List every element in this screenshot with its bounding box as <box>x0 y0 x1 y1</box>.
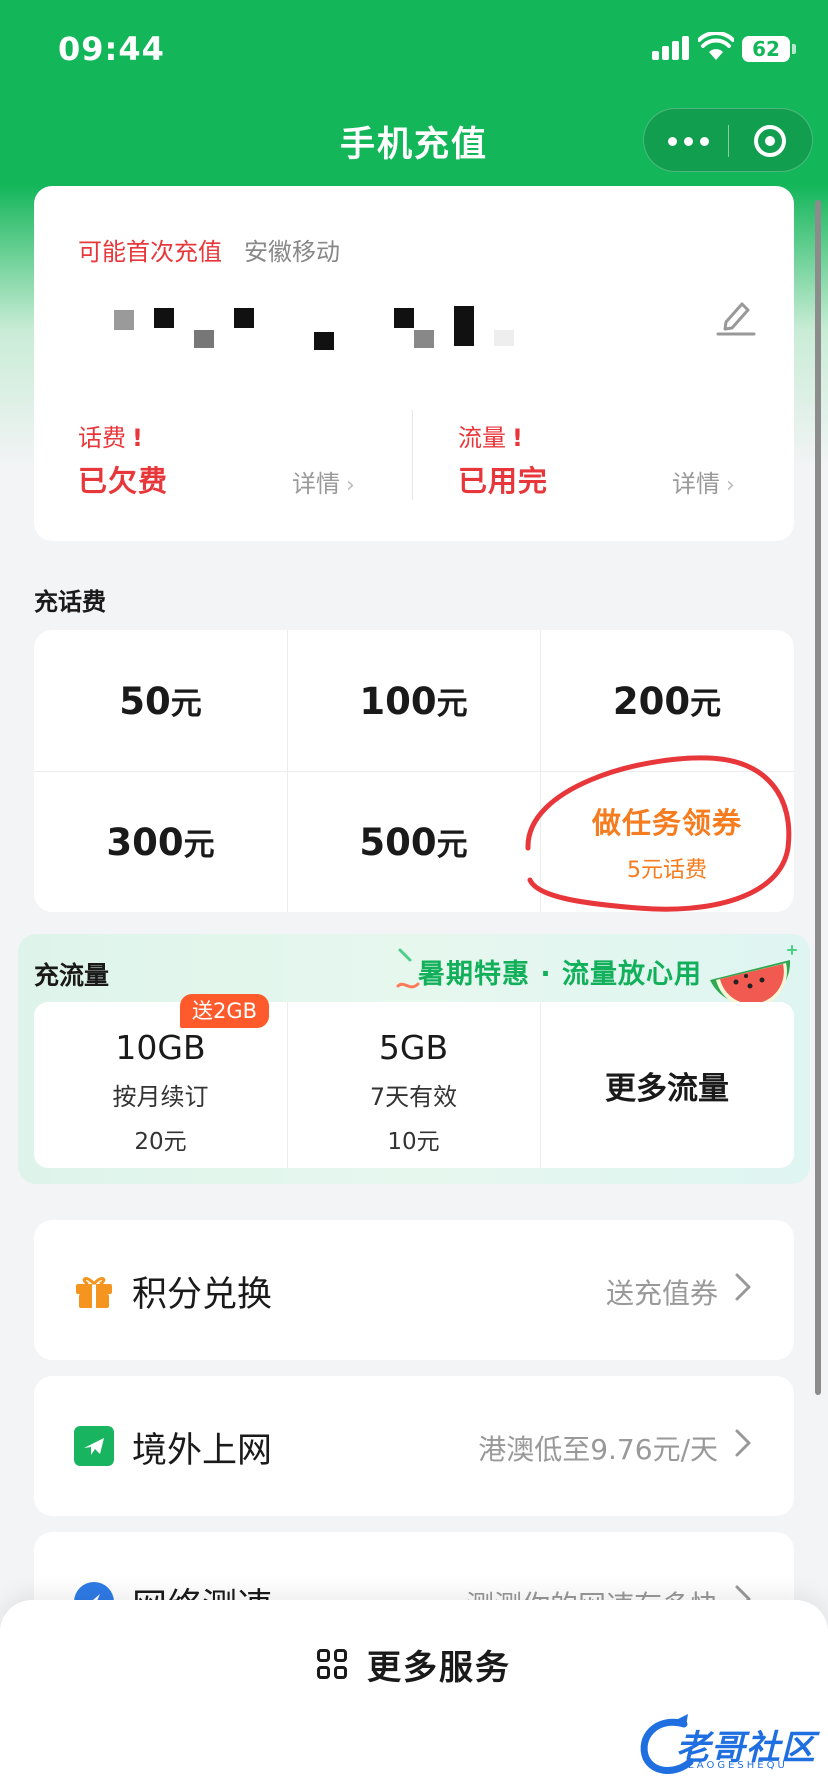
more-icon[interactable] <box>664 127 714 155</box>
amount-value: 500 <box>359 821 437 864</box>
amount-value: 50 <box>119 680 171 723</box>
balance-title: 话费! <box>78 424 143 452</box>
row-title: 积分兑换 <box>132 1275 273 1315</box>
battery-icon: 62 <box>742 36 790 62</box>
amount-unit: 元 <box>170 686 202 722</box>
data-package-5gb[interactable]: 5GB 7天有效 10元 <box>287 1002 540 1168</box>
more-data-button[interactable]: 更多流量 <box>540 1002 794 1168</box>
row-title: 境外上网 <box>132 1431 273 1471</box>
alert-icon: ! <box>512 424 523 452</box>
amount-value: 300 <box>106 821 184 864</box>
battery-tip <box>792 44 796 54</box>
edit-icon[interactable] <box>712 290 760 338</box>
data-section-title: 充流量 <box>34 961 110 990</box>
task-title: 做任务领券 <box>591 805 742 840</box>
watermark-logo: 老哥社区 LAOGESHEQU <box>636 1712 822 1780</box>
data-usage-status: 已用完 <box>458 464 549 498</box>
package-size: 10GB <box>115 1028 206 1067</box>
data-package-grid: 10GB 按月续订 20元 5GB 7天有效 10元 更多流量 <box>34 1002 794 1168</box>
amount-value: 100 <box>359 680 437 723</box>
amount-unit: 元 <box>436 827 468 863</box>
amount-option-300[interactable]: 300元 <box>34 771 287 912</box>
alert-icon: ! <box>132 424 143 452</box>
status-time: 09:44 <box>58 30 165 68</box>
mini-program-capsule <box>643 108 813 172</box>
more-services-label: 更多服务 <box>367 1648 511 1688</box>
masked-phone-number[interactable] <box>78 296 618 356</box>
amount-option-50[interactable]: 50元 <box>34 630 287 771</box>
wifi-icon <box>698 32 734 60</box>
roaming-row[interactable]: 境外上网 港澳低至9.76元/天 <box>34 1376 794 1516</box>
chevron-right-icon <box>735 1429 751 1457</box>
package-desc: 7天有效 <box>369 1083 458 1111</box>
grid-icon <box>317 1648 349 1681</box>
amount-unit: 元 <box>690 686 722 722</box>
carrier-name: 安徽移动 <box>244 238 340 266</box>
account-card: 可能首次充值 安徽移动 话费! 已欠费 详情 › 流量! 已用完 详情 › <box>34 186 794 541</box>
task-subtitle: 5元话费 <box>627 857 707 883</box>
gift-icon <box>76 1277 112 1308</box>
stat-divider <box>412 410 413 500</box>
gift-badge: 送2GB <box>180 994 270 1028</box>
scrollbar[interactable] <box>815 200 821 1395</box>
data-usage-title: 流量! <box>458 424 523 452</box>
amount-option-500[interactable]: 500元 <box>287 771 540 912</box>
chevron-right-icon <box>735 1273 751 1301</box>
amount-option-100[interactable]: 100元 <box>287 630 540 771</box>
cellular-signal-icon <box>652 36 692 60</box>
amount-unit: 元 <box>183 827 215 863</box>
balance-status: 已欠费 <box>78 464 169 498</box>
plane-icon <box>74 1426 114 1466</box>
close-program-icon[interactable] <box>754 125 786 157</box>
more-services-button[interactable]: 更多服务 <box>0 1640 828 1689</box>
chevron-right-icon: › <box>726 473 735 498</box>
row-value: 送充值券 <box>605 1277 718 1310</box>
data-recharge-section: 充流量 暑期特惠 · 流量放心用 10GB 按月续订 20元 5GB 7天有效 … <box>18 934 810 1184</box>
balance-detail-link[interactable]: 详情 › <box>292 464 355 499</box>
points-exchange-row[interactable]: 积分兑换 送充值券 <box>34 1220 794 1360</box>
watermelon-icon <box>710 945 797 1008</box>
data-usage-detail-link[interactable]: 详情 › <box>672 464 735 499</box>
package-desc: 按月续订 <box>112 1083 209 1111</box>
first-recharge-tag: 可能首次充值 <box>78 238 222 266</box>
row-value: 港澳低至9.76元/天 <box>478 1433 718 1466</box>
amount-value: 200 <box>612 680 691 723</box>
bill-amount-grid: 50元 100元 200元 300元 500元 做任务领券 5元话费 <box>34 630 794 912</box>
amount-option-200[interactable]: 200元 <box>540 630 794 771</box>
status-bar: 09:44 62 <box>0 0 828 100</box>
promo-banner-text: 暑期特惠 · 流量放心用 <box>418 959 703 990</box>
package-price: 10元 <box>387 1129 440 1155</box>
capsule-divider <box>728 125 729 157</box>
bill-section-title: 充话费 <box>34 588 106 616</box>
amount-unit: 元 <box>436 686 468 722</box>
task-coupon-button[interactable]: 做任务领券 5元话费 <box>540 771 794 912</box>
watermark-subtext: LAOGESHEQU <box>688 1760 788 1771</box>
chevron-right-icon: › <box>346 473 355 498</box>
package-price: 20元 <box>134 1129 187 1155</box>
package-size: 5GB <box>378 1028 449 1067</box>
